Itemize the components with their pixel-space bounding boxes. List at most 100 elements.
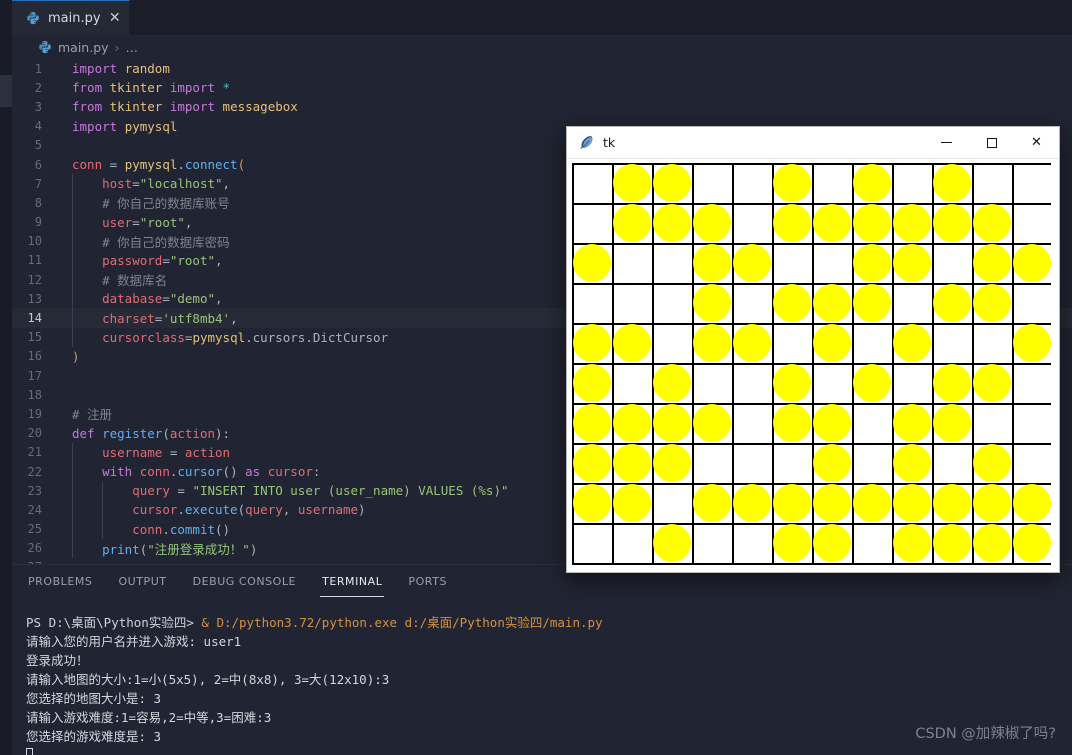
game-dot[interactable] — [853, 484, 891, 522]
game-dot[interactable] — [813, 204, 851, 242]
game-dot[interactable] — [813, 324, 851, 362]
grid-cell[interactable] — [652, 283, 692, 323]
grid-cell[interactable] — [852, 523, 892, 563]
tk-title-bar[interactable]: tk ✕ — [567, 127, 1059, 159]
grid-cell[interactable] — [1012, 203, 1051, 243]
grid-cell[interactable] — [812, 363, 852, 403]
grid-cell[interactable] — [692, 443, 732, 483]
game-dot[interactable] — [1013, 244, 1051, 282]
game-dot[interactable] — [893, 404, 931, 442]
breadcrumb-ellipsis[interactable]: … — [126, 40, 139, 55]
game-dot[interactable] — [773, 524, 811, 562]
game-dot[interactable] — [853, 284, 891, 322]
game-dot[interactable] — [733, 484, 771, 522]
grid-cell[interactable] — [572, 163, 612, 203]
game-dot[interactable] — [653, 404, 691, 442]
grid-cell[interactable] — [1012, 283, 1051, 323]
grid-cell[interactable] — [612, 363, 652, 403]
game-dot[interactable] — [573, 484, 611, 522]
game-dot[interactable] — [973, 524, 1011, 562]
game-dot[interactable] — [1013, 484, 1051, 522]
game-dot[interactable] — [773, 284, 811, 322]
grid-cell[interactable] — [892, 163, 932, 203]
game-dot[interactable] — [893, 324, 931, 362]
game-dot[interactable] — [773, 404, 811, 442]
game-grid[interactable] — [572, 163, 1051, 567]
game-dot[interactable] — [693, 204, 731, 242]
game-dot[interactable] — [813, 404, 851, 442]
game-dot[interactable] — [653, 164, 691, 202]
game-dot[interactable] — [733, 324, 771, 362]
grid-cell[interactable] — [732, 403, 772, 443]
tab-main-py[interactable]: main.py ✕ — [12, 0, 130, 35]
game-dot[interactable] — [653, 204, 691, 242]
grid-cell[interactable] — [732, 203, 772, 243]
game-dot[interactable] — [973, 484, 1011, 522]
game-dot[interactable] — [693, 324, 731, 362]
grid-cell[interactable] — [612, 243, 652, 283]
game-dot[interactable] — [973, 204, 1011, 242]
grid-cell[interactable] — [772, 443, 812, 483]
game-dot[interactable] — [693, 484, 731, 522]
game-dot[interactable] — [693, 284, 731, 322]
grid-cell[interactable] — [772, 243, 812, 283]
code-line[interactable]: 1 import random — [12, 59, 1072, 78]
grid-cell[interactable] — [852, 323, 892, 363]
game-dot[interactable] — [893, 524, 931, 562]
game-dot[interactable] — [893, 444, 931, 482]
panel-tab-ports[interactable]: PORTS — [406, 567, 449, 597]
grid-cell[interactable] — [892, 363, 932, 403]
game-dot[interactable] — [853, 244, 891, 282]
game-dot[interactable] — [1013, 524, 1051, 562]
game-dot[interactable] — [933, 484, 971, 522]
game-dot[interactable] — [613, 164, 651, 202]
game-dot[interactable] — [573, 324, 611, 362]
terminal-output[interactable]: PS D:\桌面\Python实验四> & D:/python3.72/pyth… — [12, 599, 1072, 755]
grid-cell[interactable] — [1012, 443, 1051, 483]
grid-cell[interactable] — [652, 243, 692, 283]
grid-cell[interactable] — [652, 323, 692, 363]
grid-cell[interactable] — [732, 283, 772, 323]
game-dot[interactable] — [813, 444, 851, 482]
grid-cell[interactable] — [932, 323, 972, 363]
game-dot[interactable] — [973, 364, 1011, 402]
game-dot[interactable] — [613, 444, 651, 482]
game-dot[interactable] — [653, 364, 691, 402]
grid-cell[interactable] — [972, 403, 1012, 443]
grid-cell[interactable] — [852, 443, 892, 483]
grid-cell[interactable] — [812, 243, 852, 283]
game-dot[interactable] — [933, 404, 971, 442]
minimize-icon[interactable] — [924, 127, 969, 159]
grid-cell[interactable] — [1012, 163, 1051, 203]
game-dot[interactable] — [893, 244, 931, 282]
game-dot[interactable] — [1013, 324, 1051, 362]
tk-game-window[interactable]: tk ✕ — [566, 126, 1060, 573]
code-line[interactable]: 2 from tkinter import * — [12, 78, 1072, 97]
game-dot[interactable] — [893, 484, 931, 522]
grid-cell[interactable] — [1012, 403, 1051, 443]
game-dot[interactable] — [933, 284, 971, 322]
game-dot[interactable] — [893, 204, 931, 242]
game-dot[interactable] — [933, 164, 971, 202]
grid-cell[interactable] — [732, 523, 772, 563]
game-dot[interactable] — [853, 204, 891, 242]
game-dot[interactable] — [693, 404, 731, 442]
grid-cell[interactable] — [572, 283, 612, 323]
grid-cell[interactable] — [732, 163, 772, 203]
game-dot[interactable] — [613, 404, 651, 442]
game-dot[interactable] — [813, 484, 851, 522]
game-dot[interactable] — [573, 244, 611, 282]
grid-cell[interactable] — [972, 163, 1012, 203]
game-dot[interactable] — [653, 444, 691, 482]
game-dot[interactable] — [933, 364, 971, 402]
grid-cell[interactable] — [972, 323, 1012, 363]
grid-cell[interactable] — [692, 363, 732, 403]
panel-tab-output[interactable]: OUTPUT — [116, 567, 168, 597]
game-dot[interactable] — [973, 444, 1011, 482]
grid-cell[interactable] — [732, 443, 772, 483]
grid-cell[interactable] — [812, 163, 852, 203]
grid-cell[interactable] — [1012, 363, 1051, 403]
game-dot[interactable] — [613, 324, 651, 362]
grid-cell[interactable] — [572, 203, 612, 243]
game-dot[interactable] — [973, 244, 1011, 282]
